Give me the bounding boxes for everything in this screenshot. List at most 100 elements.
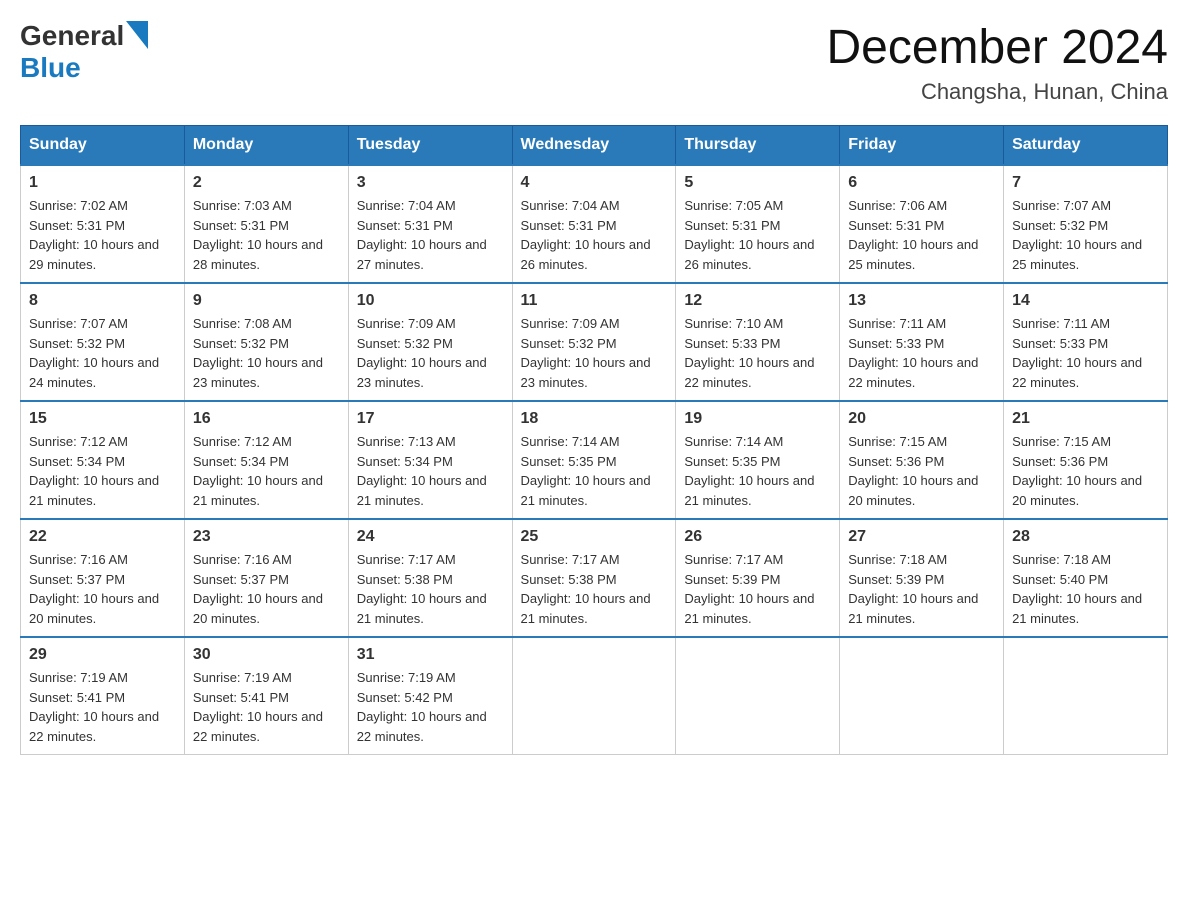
- sunrise-label: Sunrise: 7:15 AM: [848, 434, 947, 449]
- sunset-label: Sunset: 5:32 PM: [193, 336, 289, 351]
- day-info: Sunrise: 7:17 AM Sunset: 5:39 PM Dayligh…: [684, 550, 831, 628]
- daylight-label: Daylight: 10 hours and 22 minutes.: [357, 709, 487, 744]
- day-info: Sunrise: 7:04 AM Sunset: 5:31 PM Dayligh…: [521, 196, 668, 274]
- day-cell-2: 2 Sunrise: 7:03 AM Sunset: 5:31 PM Dayli…: [184, 165, 348, 283]
- sunset-label: Sunset: 5:31 PM: [193, 218, 289, 233]
- sunset-label: Sunset: 5:39 PM: [684, 572, 780, 587]
- sunrise-label: Sunrise: 7:19 AM: [193, 670, 292, 685]
- sunrise-label: Sunrise: 7:12 AM: [193, 434, 292, 449]
- sunset-label: Sunset: 5:33 PM: [684, 336, 780, 351]
- sunset-label: Sunset: 5:35 PM: [521, 454, 617, 469]
- sunset-label: Sunset: 5:36 PM: [1012, 454, 1108, 469]
- day-info: Sunrise: 7:14 AM Sunset: 5:35 PM Dayligh…: [684, 432, 831, 510]
- sunrise-label: Sunrise: 7:06 AM: [848, 198, 947, 213]
- week-row-3: 15 Sunrise: 7:12 AM Sunset: 5:34 PM Dayl…: [21, 401, 1168, 519]
- daylight-label: Daylight: 10 hours and 20 minutes.: [193, 591, 323, 626]
- empty-cell-4-6: [1004, 637, 1168, 755]
- weekday-header-saturday: Saturday: [1004, 126, 1168, 166]
- day-number: 29: [29, 646, 176, 664]
- daylight-label: Daylight: 10 hours and 23 minutes.: [521, 355, 651, 390]
- sunrise-label: Sunrise: 7:11 AM: [1012, 316, 1110, 331]
- sunrise-label: Sunrise: 7:18 AM: [848, 552, 947, 567]
- sunrise-label: Sunrise: 7:16 AM: [193, 552, 292, 567]
- day-number: 9: [193, 292, 340, 310]
- sunrise-label: Sunrise: 7:04 AM: [357, 198, 456, 213]
- day-cell-12: 12 Sunrise: 7:10 AM Sunset: 5:33 PM Dayl…: [676, 283, 840, 401]
- weekday-header-row: SundayMondayTuesdayWednesdayThursdayFrid…: [21, 126, 1168, 166]
- day-number: 13: [848, 292, 995, 310]
- day-cell-8: 8 Sunrise: 7:07 AM Sunset: 5:32 PM Dayli…: [21, 283, 185, 401]
- daylight-label: Daylight: 10 hours and 21 minutes.: [684, 473, 814, 508]
- day-number: 6: [848, 174, 995, 192]
- day-cell-1: 1 Sunrise: 7:02 AM Sunset: 5:31 PM Dayli…: [21, 165, 185, 283]
- title-block: December 2024 Changsha, Hunan, China: [826, 20, 1168, 105]
- weekday-header-monday: Monday: [184, 126, 348, 166]
- sunrise-label: Sunrise: 7:17 AM: [521, 552, 620, 567]
- sunset-label: Sunset: 5:34 PM: [29, 454, 125, 469]
- sunset-label: Sunset: 5:38 PM: [521, 572, 617, 587]
- sunrise-label: Sunrise: 7:19 AM: [357, 670, 456, 685]
- daylight-label: Daylight: 10 hours and 20 minutes.: [848, 473, 978, 508]
- day-number: 12: [684, 292, 831, 310]
- sunset-label: Sunset: 5:32 PM: [521, 336, 617, 351]
- day-info: Sunrise: 7:18 AM Sunset: 5:39 PM Dayligh…: [848, 550, 995, 628]
- weekday-header-friday: Friday: [840, 126, 1004, 166]
- day-cell-30: 30 Sunrise: 7:19 AM Sunset: 5:41 PM Dayl…: [184, 637, 348, 755]
- day-info: Sunrise: 7:11 AM Sunset: 5:33 PM Dayligh…: [848, 314, 995, 392]
- sunrise-label: Sunrise: 7:11 AM: [848, 316, 946, 331]
- day-number: 4: [521, 174, 668, 192]
- day-cell-24: 24 Sunrise: 7:17 AM Sunset: 5:38 PM Dayl…: [348, 519, 512, 637]
- day-cell-23: 23 Sunrise: 7:16 AM Sunset: 5:37 PM Dayl…: [184, 519, 348, 637]
- day-cell-31: 31 Sunrise: 7:19 AM Sunset: 5:42 PM Dayl…: [348, 637, 512, 755]
- sunrise-label: Sunrise: 7:05 AM: [684, 198, 783, 213]
- day-info: Sunrise: 7:12 AM Sunset: 5:34 PM Dayligh…: [193, 432, 340, 510]
- day-number: 15: [29, 410, 176, 428]
- sunrise-label: Sunrise: 7:17 AM: [357, 552, 456, 567]
- sunset-label: Sunset: 5:38 PM: [357, 572, 453, 587]
- day-info: Sunrise: 7:19 AM Sunset: 5:41 PM Dayligh…: [29, 668, 176, 746]
- empty-cell-4-4: [676, 637, 840, 755]
- day-info: Sunrise: 7:07 AM Sunset: 5:32 PM Dayligh…: [29, 314, 176, 392]
- day-cell-27: 27 Sunrise: 7:18 AM Sunset: 5:39 PM Dayl…: [840, 519, 1004, 637]
- day-info: Sunrise: 7:07 AM Sunset: 5:32 PM Dayligh…: [1012, 196, 1159, 274]
- day-info: Sunrise: 7:17 AM Sunset: 5:38 PM Dayligh…: [521, 550, 668, 628]
- day-info: Sunrise: 7:15 AM Sunset: 5:36 PM Dayligh…: [1012, 432, 1159, 510]
- day-info: Sunrise: 7:09 AM Sunset: 5:32 PM Dayligh…: [521, 314, 668, 392]
- empty-cell-4-5: [840, 637, 1004, 755]
- day-cell-18: 18 Sunrise: 7:14 AM Sunset: 5:35 PM Dayl…: [512, 401, 676, 519]
- daylight-label: Daylight: 10 hours and 22 minutes.: [848, 355, 978, 390]
- day-number: 26: [684, 528, 831, 546]
- day-cell-19: 19 Sunrise: 7:14 AM Sunset: 5:35 PM Dayl…: [676, 401, 840, 519]
- day-cell-20: 20 Sunrise: 7:15 AM Sunset: 5:36 PM Dayl…: [840, 401, 1004, 519]
- day-number: 24: [357, 528, 504, 546]
- daylight-label: Daylight: 10 hours and 23 minutes.: [193, 355, 323, 390]
- sunrise-label: Sunrise: 7:14 AM: [684, 434, 783, 449]
- day-info: Sunrise: 7:12 AM Sunset: 5:34 PM Dayligh…: [29, 432, 176, 510]
- daylight-label: Daylight: 10 hours and 21 minutes.: [521, 591, 651, 626]
- sunset-label: Sunset: 5:31 PM: [357, 218, 453, 233]
- daylight-label: Daylight: 10 hours and 22 minutes.: [193, 709, 323, 744]
- day-number: 3: [357, 174, 504, 192]
- week-row-2: 8 Sunrise: 7:07 AM Sunset: 5:32 PM Dayli…: [21, 283, 1168, 401]
- day-cell-7: 7 Sunrise: 7:07 AM Sunset: 5:32 PM Dayli…: [1004, 165, 1168, 283]
- sunrise-label: Sunrise: 7:18 AM: [1012, 552, 1111, 567]
- weekday-header-thursday: Thursday: [676, 126, 840, 166]
- sunrise-label: Sunrise: 7:07 AM: [1012, 198, 1111, 213]
- week-row-4: 22 Sunrise: 7:16 AM Sunset: 5:37 PM Dayl…: [21, 519, 1168, 637]
- daylight-label: Daylight: 10 hours and 21 minutes.: [357, 473, 487, 508]
- sunset-label: Sunset: 5:42 PM: [357, 690, 453, 705]
- day-info: Sunrise: 7:19 AM Sunset: 5:42 PM Dayligh…: [357, 668, 504, 746]
- day-info: Sunrise: 7:17 AM Sunset: 5:38 PM Dayligh…: [357, 550, 504, 628]
- sunset-label: Sunset: 5:39 PM: [848, 572, 944, 587]
- day-cell-16: 16 Sunrise: 7:12 AM Sunset: 5:34 PM Dayl…: [184, 401, 348, 519]
- logo-blue-text: Blue: [20, 52, 81, 83]
- sunset-label: Sunset: 5:31 PM: [848, 218, 944, 233]
- logo-general-text: General: [20, 20, 124, 52]
- daylight-label: Daylight: 10 hours and 25 minutes.: [1012, 237, 1142, 272]
- day-number: 2: [193, 174, 340, 192]
- day-cell-10: 10 Sunrise: 7:09 AM Sunset: 5:32 PM Dayl…: [348, 283, 512, 401]
- day-info: Sunrise: 7:16 AM Sunset: 5:37 PM Dayligh…: [29, 550, 176, 628]
- sunrise-label: Sunrise: 7:10 AM: [684, 316, 783, 331]
- daylight-label: Daylight: 10 hours and 29 minutes.: [29, 237, 159, 272]
- logo-arrow-icon: [126, 21, 148, 49]
